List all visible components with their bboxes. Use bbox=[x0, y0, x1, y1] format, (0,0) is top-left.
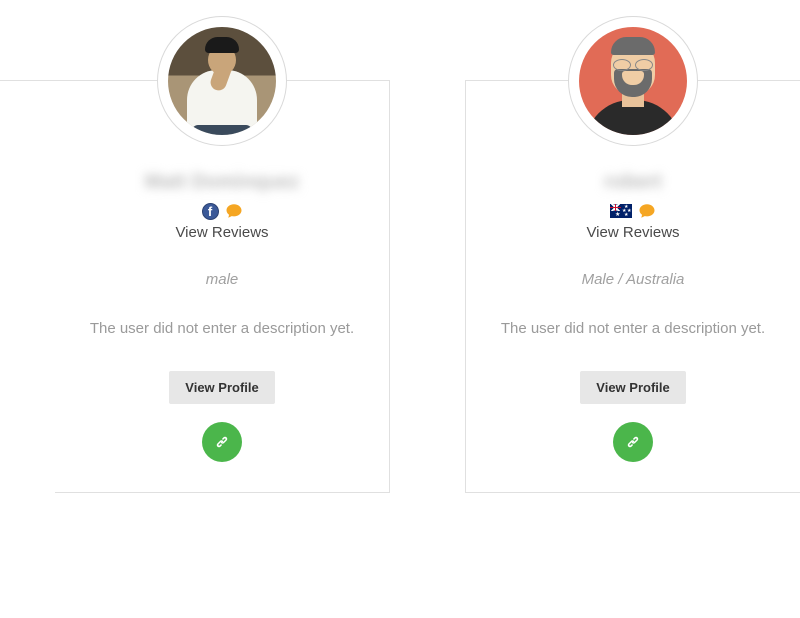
profile-card: Matt Dominquez f View Reviews male The u… bbox=[55, 80, 390, 493]
username: Matt Dominquez bbox=[55, 171, 389, 194]
avatar[interactable] bbox=[168, 27, 276, 135]
badge-row: ★★★★★ bbox=[466, 202, 800, 220]
username: robert bbox=[466, 171, 800, 194]
view-reviews-link[interactable]: View Reviews bbox=[466, 224, 800, 241]
avatar-ring bbox=[157, 16, 287, 146]
user-meta: Male / Australia bbox=[466, 271, 800, 288]
user-description: The user did not enter a description yet… bbox=[466, 318, 800, 341]
user-description: The user did not enter a description yet… bbox=[55, 318, 389, 341]
link-icon bbox=[624, 433, 642, 451]
badge-row: f bbox=[55, 202, 389, 220]
view-profile-button[interactable]: View Profile bbox=[580, 371, 685, 404]
chat-icon[interactable] bbox=[638, 202, 656, 220]
link-button[interactable] bbox=[613, 422, 653, 462]
link-button[interactable] bbox=[202, 422, 242, 462]
view-profile-button[interactable]: View Profile bbox=[169, 371, 274, 404]
user-meta: male bbox=[55, 271, 389, 288]
flag-australia-icon: ★★★★★ bbox=[610, 204, 632, 218]
avatar-ring bbox=[568, 16, 698, 146]
profile-cards-container: Matt Dominquez f View Reviews male The u… bbox=[0, 0, 800, 493]
link-icon bbox=[213, 433, 231, 451]
profile-card: robert ★★★★★ View Reviews Male / Austral… bbox=[465, 80, 800, 493]
avatar[interactable] bbox=[579, 27, 687, 135]
facebook-icon[interactable]: f bbox=[202, 203, 219, 220]
view-reviews-link[interactable]: View Reviews bbox=[55, 224, 389, 241]
chat-icon[interactable] bbox=[225, 202, 243, 220]
